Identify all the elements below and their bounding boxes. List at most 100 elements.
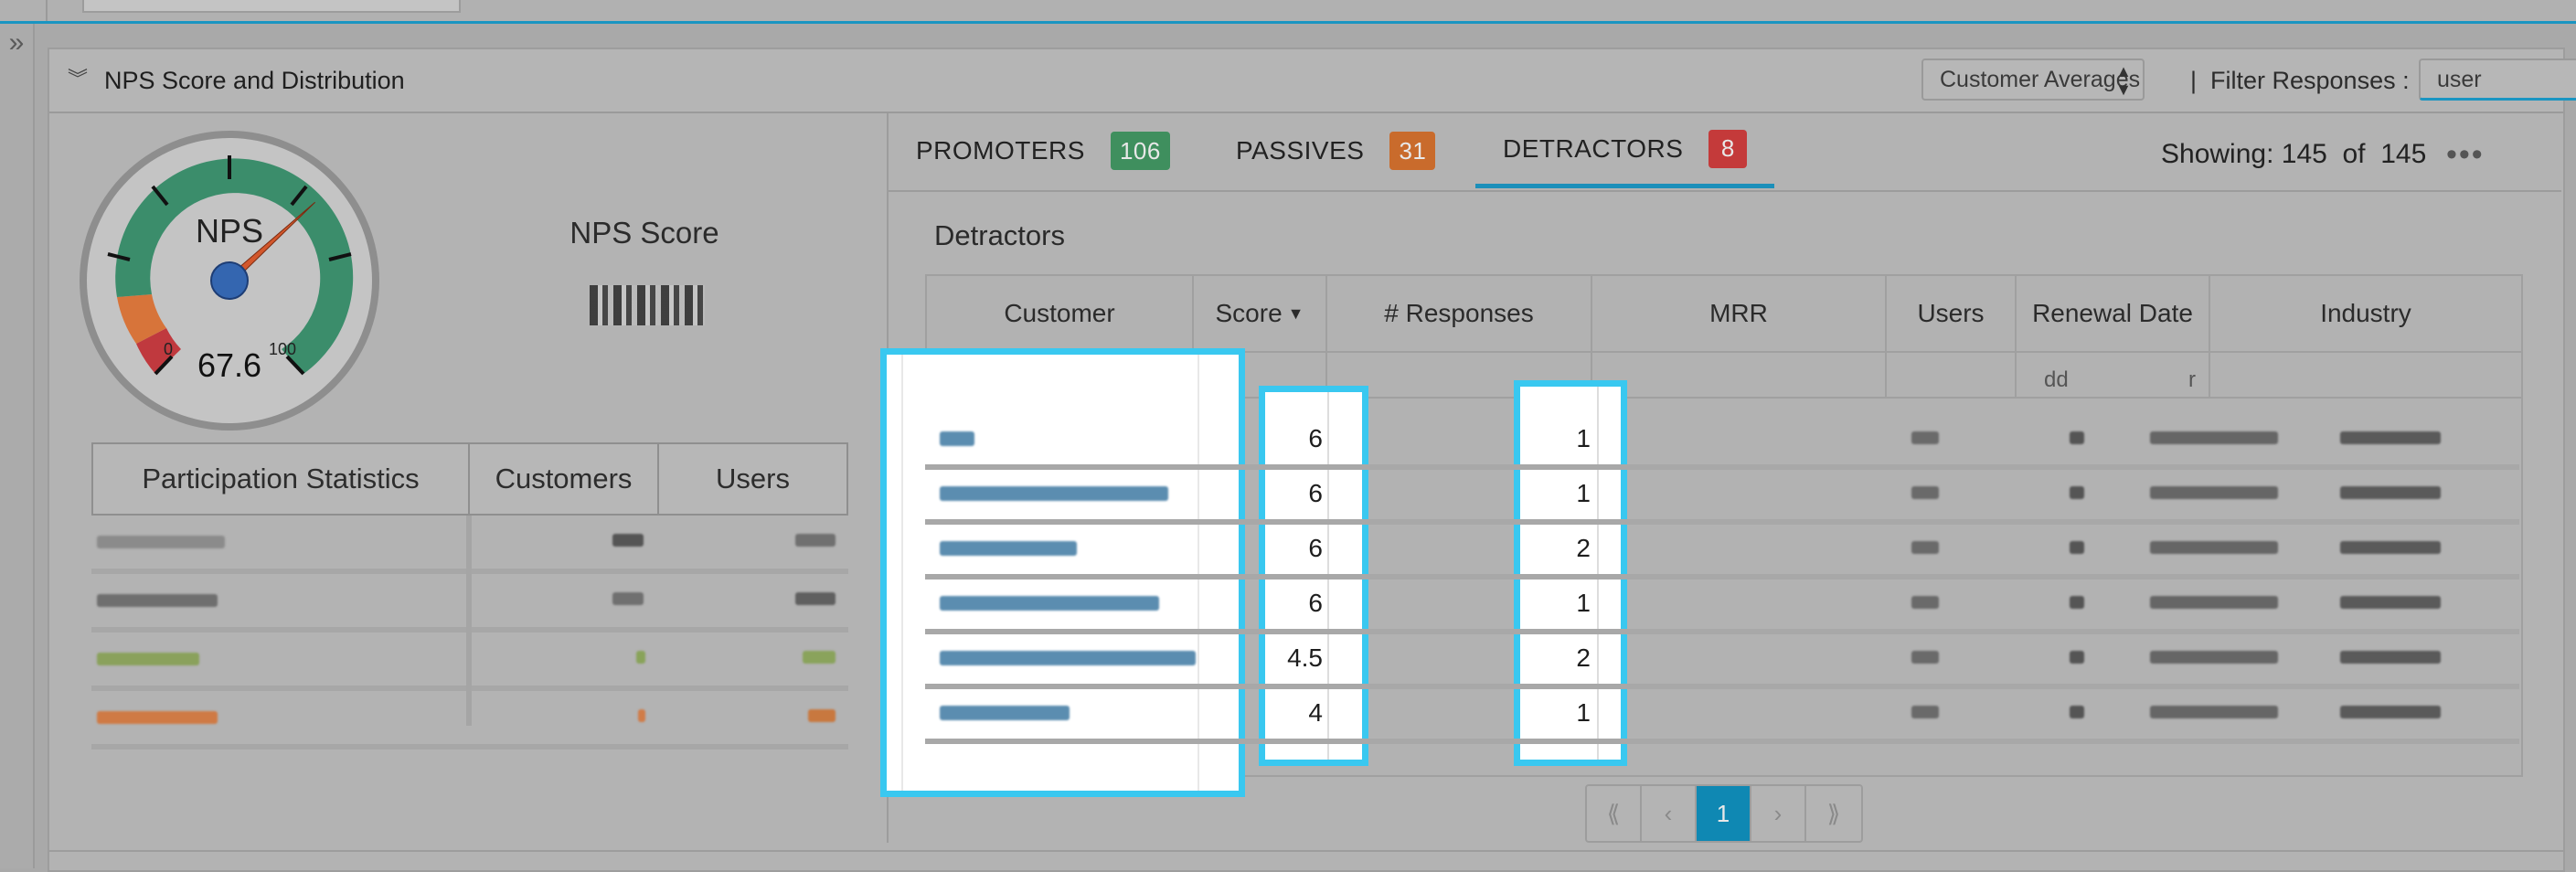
redacted-text — [803, 651, 836, 664]
top-divider — [46, 0, 48, 21]
tab-promoters-label: PROMOTERS — [916, 136, 1085, 165]
showing-total: 145 — [2380, 139, 2427, 169]
responses-cell: 1 — [1576, 589, 1591, 617]
gauge-value: 67.6 — [197, 346, 261, 384]
panel-title: NPS Score and Distribution — [104, 67, 405, 94]
table-row[interactable]: 61 — [925, 413, 2519, 470]
redacted-text — [2070, 541, 2084, 554]
filter-industry[interactable] — [2210, 353, 2521, 397]
responses-cell: 1 — [1576, 479, 1591, 507]
showing-of: of — [2342, 139, 2366, 169]
filter-renewal-text: dd — [2044, 367, 2069, 392]
redacted-text — [2070, 486, 2084, 499]
col-responses[interactable]: # Responses — [1327, 276, 1592, 351]
tab-passives[interactable]: PASSIVES 31 — [1236, 113, 1436, 188]
redacted-text — [97, 536, 225, 548]
filter-renewal[interactable]: dd r — [2017, 353, 2210, 397]
redacted-text — [2150, 541, 2278, 554]
filter-renewal-suffix: r — [2188, 367, 2196, 392]
redacted-text — [2340, 596, 2441, 609]
promoters-count-badge: 106 — [1110, 132, 1170, 170]
showing-count: Showing: 145 of 145 — [2161, 139, 2426, 170]
redacted-text — [2070, 651, 2084, 664]
col-customer[interactable]: Customer — [927, 276, 1194, 351]
col-mrr[interactable]: MRR — [1592, 276, 1887, 351]
score-cell: 4.5 — [1287, 643, 1323, 672]
collapse-chevron-icon[interactable]: ︾ — [68, 66, 93, 93]
first-page-button[interactable]: ⟪ — [1587, 786, 1642, 841]
col-score-label: Score — [1215, 299, 1283, 327]
left-rail: » — [0, 24, 35, 868]
top-input[interactable] — [82, 0, 461, 13]
averages-select[interactable]: Customer Averages ▲ ▼ — [1921, 58, 2145, 101]
customer-name-redacted[interactable] — [940, 541, 1077, 556]
redacted-text — [2340, 486, 2441, 499]
filter-responses-select[interactable]: user ▲▼ — [2419, 58, 2576, 101]
tab-promoters[interactable]: PROMOTERS 106 — [916, 113, 1170, 188]
more-options-icon[interactable]: ••• — [2446, 137, 2485, 173]
customer-name-redacted[interactable] — [940, 431, 974, 446]
table-row[interactable]: 4.5 2 — [925, 633, 2519, 689]
redacted-text — [2340, 541, 2441, 554]
redacted-text — [2070, 596, 2084, 609]
expand-sidebar-icon[interactable]: » — [0, 24, 33, 62]
redacted-text — [1911, 486, 1939, 499]
customers-header: Customers — [470, 444, 659, 514]
tab-detractors[interactable]: DETRACTORS 8 — [1475, 113, 1775, 188]
redacted-text — [2150, 486, 2278, 499]
redacted-text — [2070, 706, 2084, 718]
customer-name-redacted[interactable] — [940, 486, 1168, 501]
responses-cell: 1 — [1576, 424, 1591, 452]
redacted-text — [1911, 596, 1939, 609]
sort-desc-icon: ▼ — [1287, 303, 1304, 323]
participation-header: Participation Statistics Customers Users — [91, 442, 848, 516]
score-cell: 6 — [1308, 479, 1323, 507]
filter-mrr[interactable] — [1592, 353, 1887, 397]
redacted-text — [97, 594, 218, 607]
showing-count-value: 145 — [2281, 139, 2327, 169]
last-page-button[interactable]: ⟫ — [1806, 786, 1861, 841]
score-cell: 6 — [1308, 589, 1323, 617]
gauge-label: NPS — [196, 212, 263, 250]
table-row[interactable]: 41 — [925, 687, 2519, 744]
detractors-count-badge: 8 — [1708, 129, 1748, 168]
filter-select-value: user — [2437, 67, 2482, 92]
select-arrows-icon: ▲ ▼ — [2115, 62, 2132, 99]
header-separator: | — [2190, 67, 2198, 94]
averages-select-value: Customer Averages — [1940, 67, 2141, 92]
tab-passives-label: PASSIVES — [1236, 136, 1365, 165]
redacted-text — [97, 653, 199, 665]
col-users[interactable]: Users — [1887, 276, 2017, 351]
page-1-button[interactable]: 1 — [1697, 786, 1751, 841]
panel-bottom-border — [48, 850, 2563, 852]
col-score[interactable]: Score ▼ — [1194, 276, 1327, 351]
customer-name-redacted[interactable] — [940, 706, 1070, 720]
col-renewal-date[interactable]: Renewal Date — [2017, 276, 2210, 351]
users-header: Users — [716, 463, 790, 494]
filter-label: Filter Responses : — [2210, 67, 2410, 94]
score-cell: 6 — [1308, 424, 1323, 452]
col-industry[interactable]: Industry — [2210, 276, 2521, 351]
redacted-text — [2150, 596, 2278, 609]
nps-score-value-redacted — [590, 285, 705, 325]
next-page-button[interactable]: › — [1751, 786, 1806, 841]
table-row[interactable]: 62 — [925, 523, 2519, 580]
redacted-text — [1911, 651, 1939, 664]
customer-name-redacted[interactable] — [940, 596, 1159, 611]
filter-users[interactable] — [1887, 353, 2017, 397]
responses-cell: 1 — [1576, 698, 1591, 727]
gauge-min: 0 — [164, 340, 173, 358]
redacted-text — [2150, 431, 2278, 444]
redacted-text — [1911, 706, 1939, 718]
table-row[interactable]: 61 — [925, 578, 2519, 634]
redacted-text — [2070, 431, 2084, 444]
participation-header-label: Participation Statistics — [93, 444, 470, 514]
customer-name-redacted[interactable] — [940, 651, 1196, 665]
panel-header: ︾ NPS Score and Distribution Customer Av… — [49, 49, 2576, 113]
prev-page-button[interactable]: ‹ — [1642, 786, 1697, 841]
table-row[interactable]: 61 — [925, 468, 2519, 525]
redacted-text — [795, 534, 836, 547]
redacted-text — [2150, 651, 2278, 664]
tab-detractors-label: DETRACTORS — [1503, 133, 1684, 163]
redacted-text — [795, 592, 836, 605]
